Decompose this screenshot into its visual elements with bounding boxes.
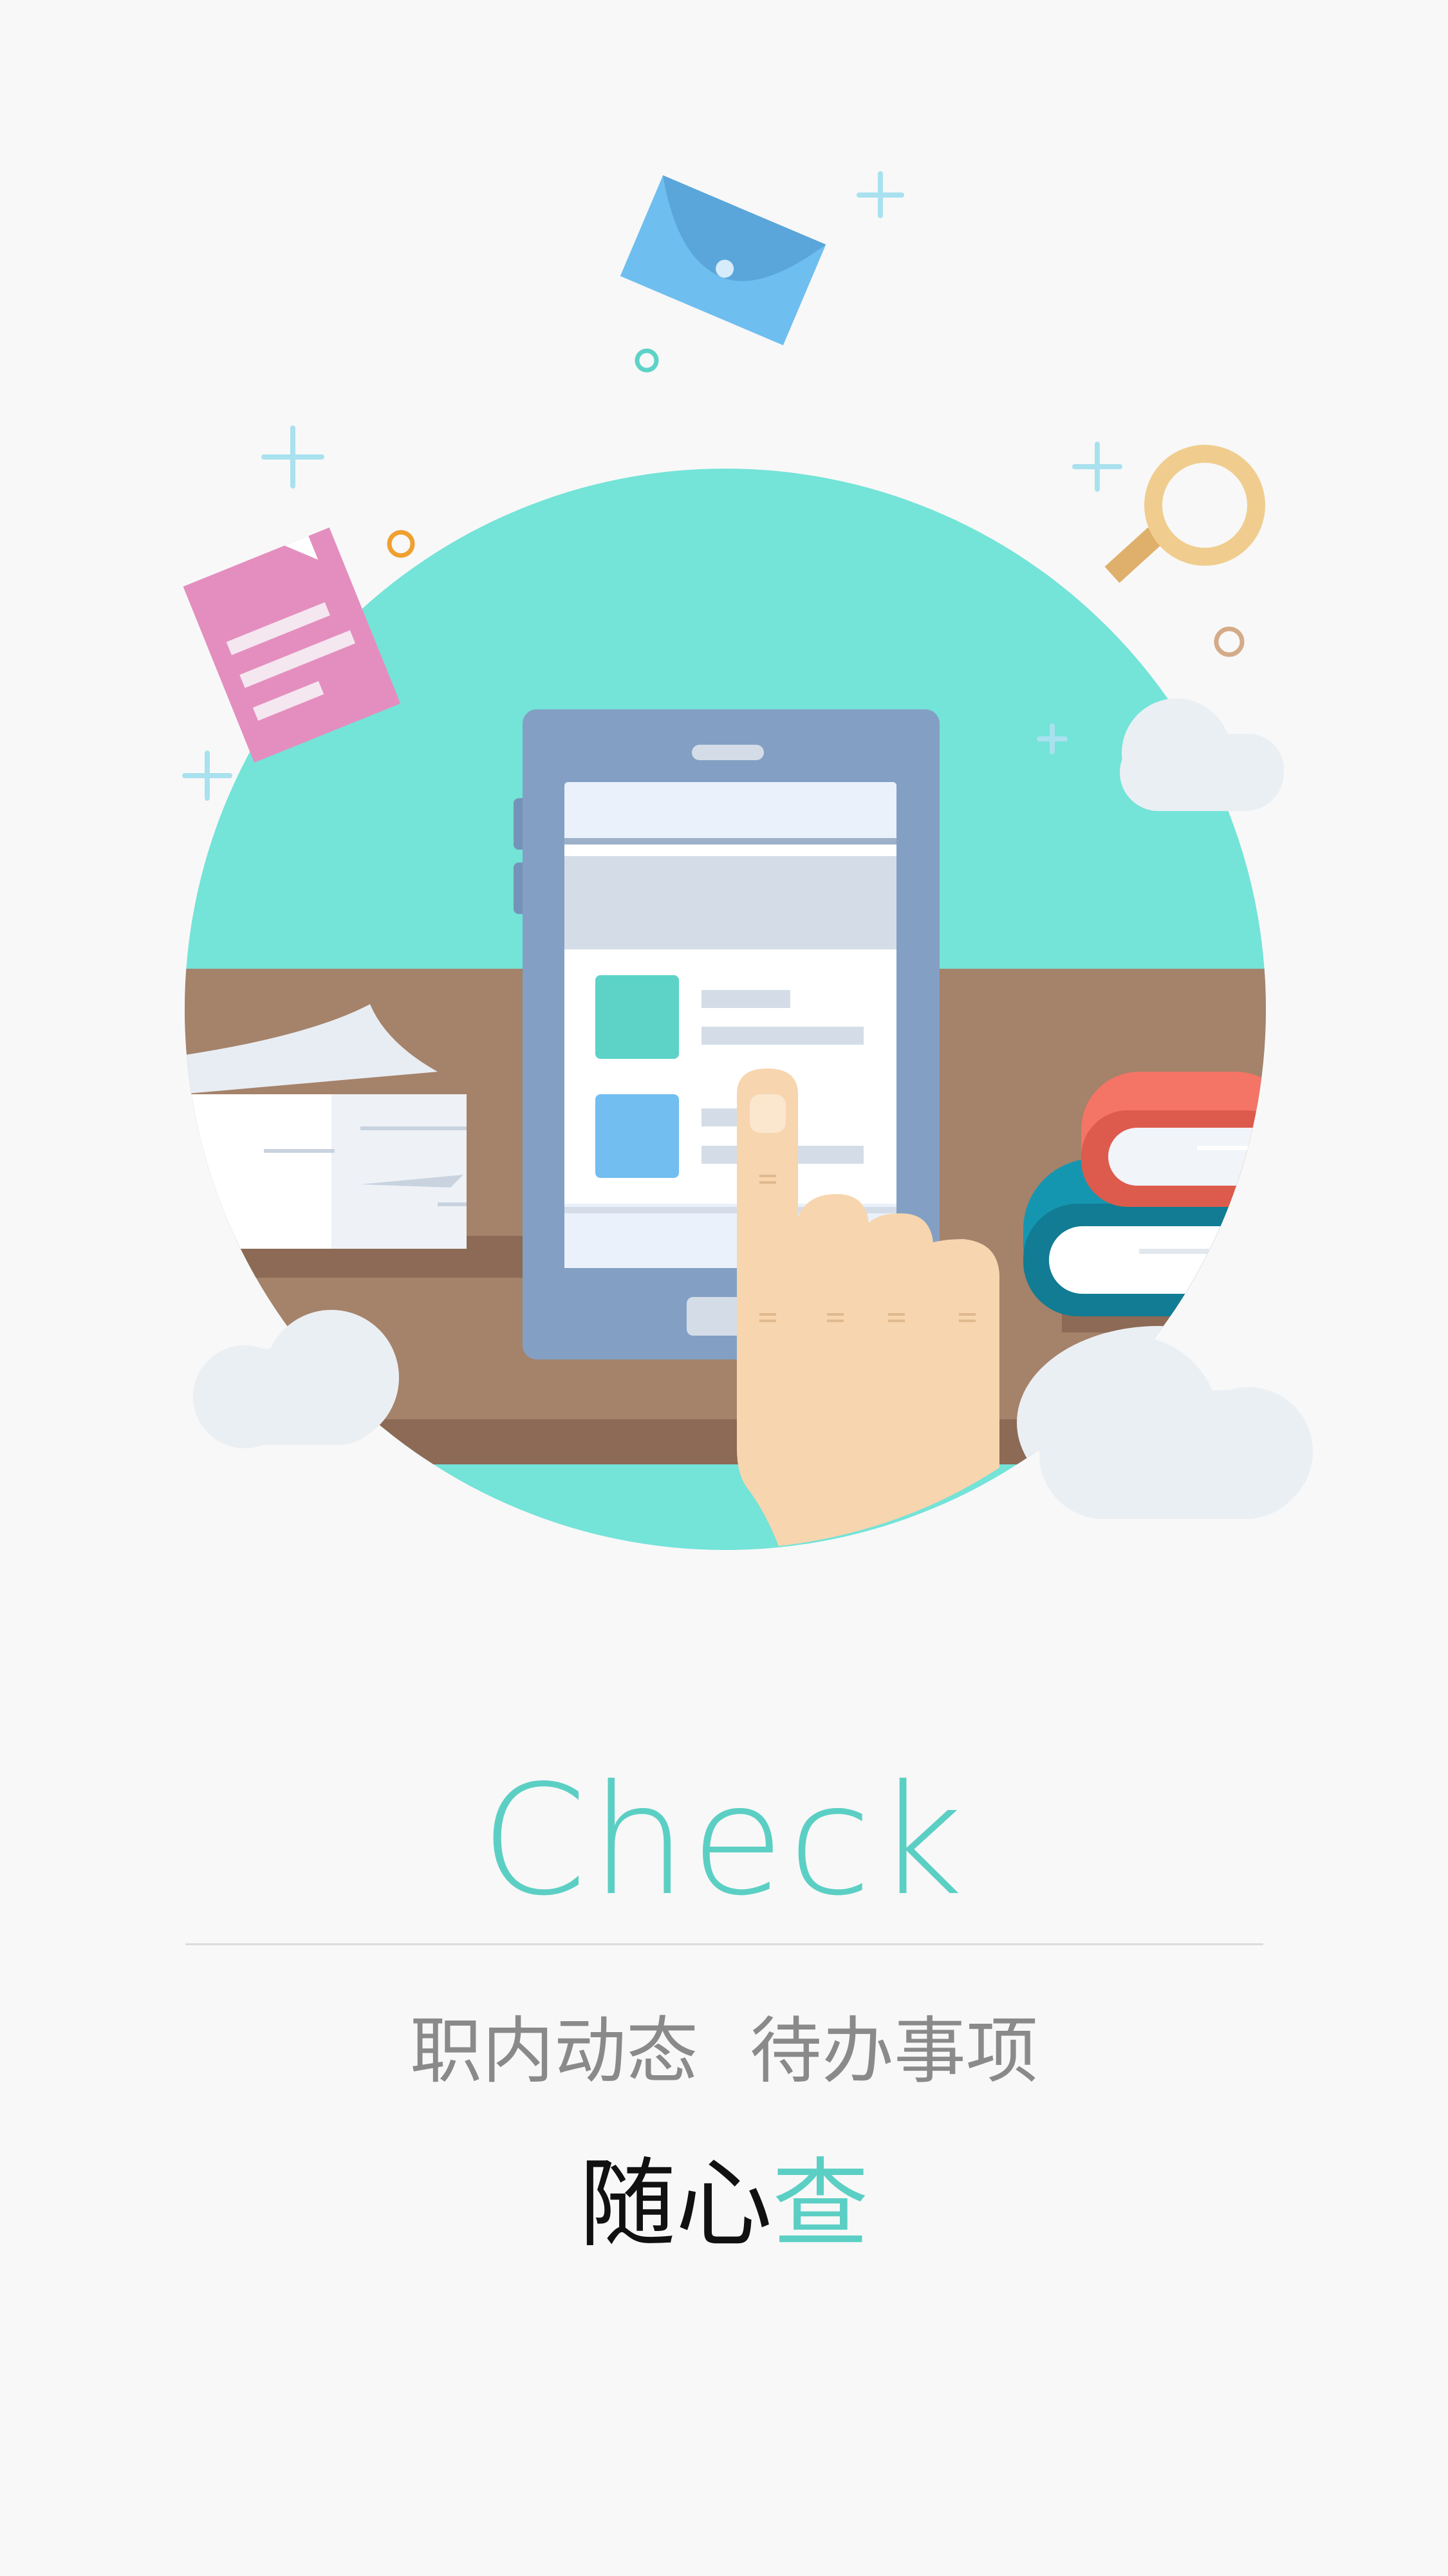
- divider: [185, 1943, 1263, 1945]
- page-title: Check: [481, 1752, 967, 1929]
- slogan-highlight: 查: [772, 2149, 869, 2261]
- slogan: 随心查: [0, 2147, 1448, 2263]
- onboarding-illustration: [182, 171, 1313, 1550]
- envelope-icon: [620, 175, 826, 346]
- magnifier-icon: [1104, 445, 1265, 583]
- feature-item-todo: 待办事项: [750, 2010, 1038, 2093]
- feature-list: 职内动态 待办事项: [0, 2003, 1448, 2100]
- feature-item-news: 职内动态: [410, 2010, 698, 2093]
- slogan-main: 随心: [579, 2149, 772, 2261]
